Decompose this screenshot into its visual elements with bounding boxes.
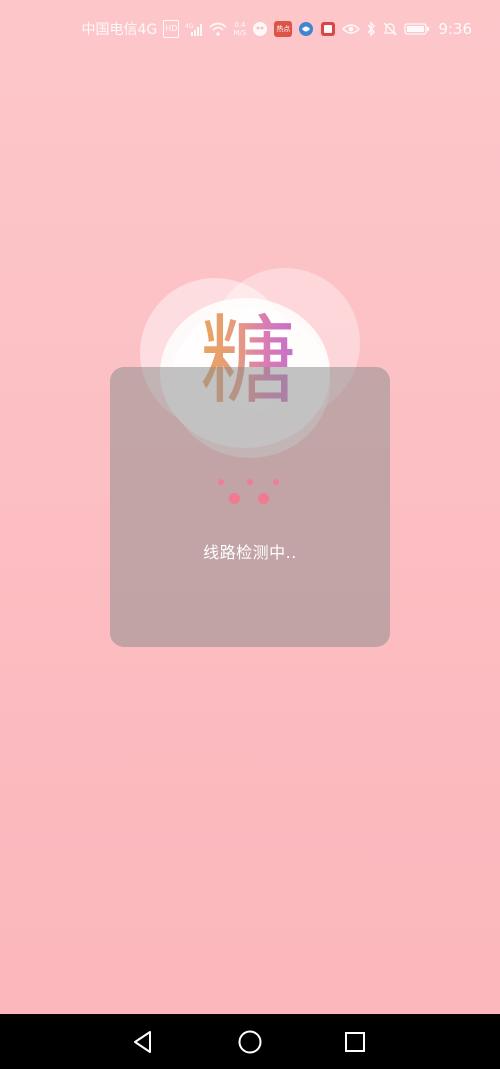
hd-icon: HD xyxy=(163,20,180,38)
home-button[interactable] xyxy=(236,1028,264,1056)
navigation-bar xyxy=(0,1014,500,1069)
back-button[interactable] xyxy=(129,1028,157,1056)
eye-icon xyxy=(342,21,361,37)
app-icon-hot: 热点 xyxy=(274,21,293,37)
battery-icon xyxy=(404,21,430,37)
net-speed-unit: M/S xyxy=(233,29,247,37)
home-icon xyxy=(238,1030,262,1054)
svg-text:4G: 4G xyxy=(185,23,194,30)
signal-icon: 4G xyxy=(185,21,203,37)
loading-spinner xyxy=(110,475,390,505)
loading-text: 线路检测中.. xyxy=(203,543,297,562)
app-icon-1 xyxy=(252,21,268,37)
back-icon xyxy=(134,1031,151,1053)
app-icon-browser xyxy=(298,21,314,37)
loading-dot xyxy=(273,479,279,485)
clock: 9:36 xyxy=(438,20,472,38)
recent-apps-icon xyxy=(345,1032,365,1052)
loading-dialog: 线路检测中.. xyxy=(110,367,390,647)
net-speed-value: 0.4 xyxy=(234,21,246,29)
bluetooth-icon xyxy=(366,21,376,37)
wifi-icon xyxy=(209,21,227,37)
loading-dot xyxy=(218,479,224,485)
recent-apps-button[interactable] xyxy=(341,1028,369,1056)
status-bar: 中国电信4G HD 4G 0.4 M/S 热点 9:36 xyxy=(0,0,500,58)
loading-dot xyxy=(247,479,253,485)
app-icon-red xyxy=(320,21,336,37)
loading-dot xyxy=(258,493,269,504)
speed-icon: 0.4 M/S xyxy=(233,21,246,37)
mute-icon xyxy=(382,21,398,37)
carrier-label: 中国电信4G xyxy=(81,22,158,38)
loading-dot xyxy=(229,493,240,504)
